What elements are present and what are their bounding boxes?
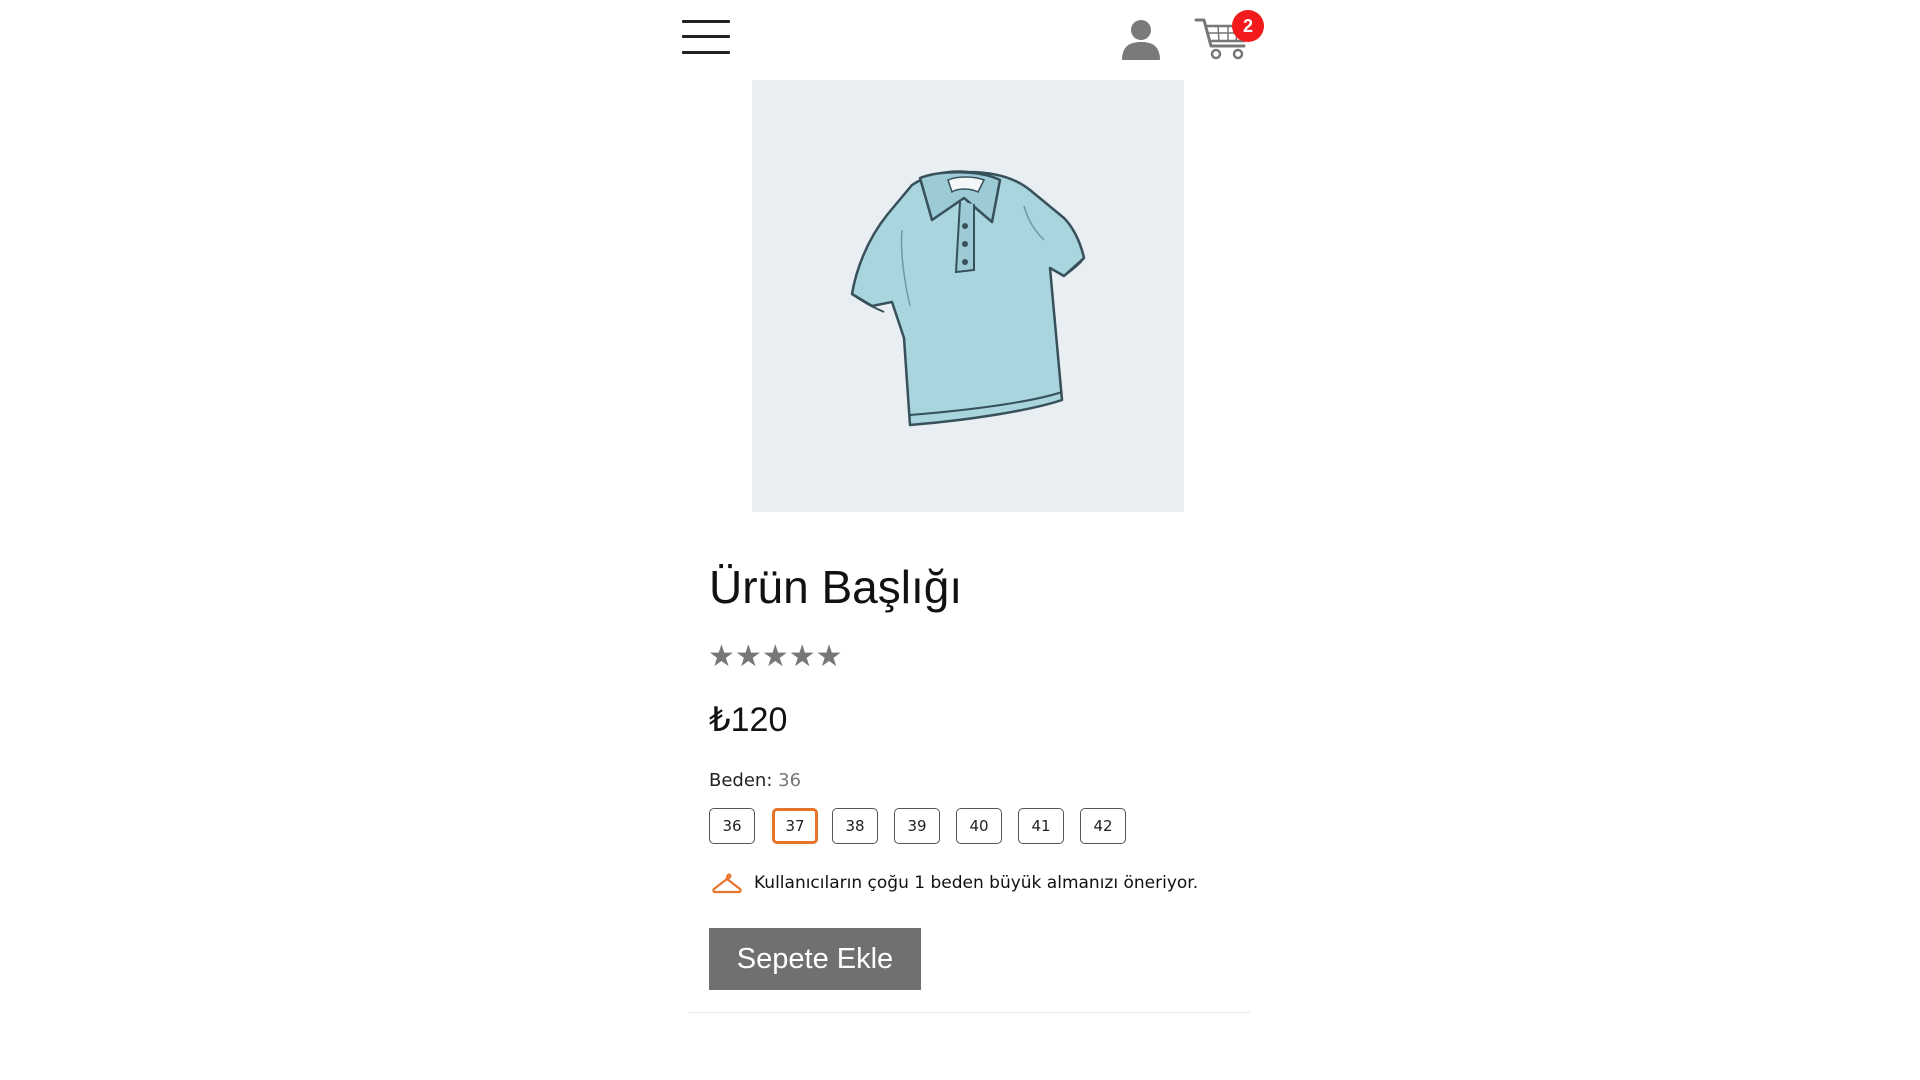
selected-size-value: 36 <box>778 770 802 791</box>
star-icon[interactable]: ★ <box>816 640 843 674</box>
size-option-42[interactable]: 42 <box>1080 808 1126 844</box>
product-price: ₺120 <box>709 701 788 739</box>
product-page: 2 Ürün Başlığı ★ ★ ★ ★ ★ ₺120 Beden: 36 … <box>0 0 1920 1080</box>
rating-stars[interactable]: ★ ★ ★ ★ ★ <box>708 640 843 674</box>
add-to-cart-button[interactable]: Sepete Ekle <box>709 928 921 990</box>
star-icon[interactable]: ★ <box>762 640 789 674</box>
size-option-39[interactable]: 39 <box>894 808 940 844</box>
hamburger-menu-icon[interactable] <box>682 18 730 56</box>
menu-bar <box>682 20 730 23</box>
star-icon[interactable]: ★ <box>789 640 816 674</box>
cart-button[interactable]: 2 <box>1194 10 1268 62</box>
size-label: Beden: 36 <box>709 770 801 791</box>
size-advice: Kullanıcıların çoğu 1 beden büyük almanı… <box>712 872 1198 894</box>
polo-shirt-illustration <box>850 170 1086 427</box>
star-icon[interactable]: ★ <box>708 640 735 674</box>
size-option-40[interactable]: 40 <box>956 808 1002 844</box>
size-option-36[interactable]: 36 <box>709 808 755 844</box>
user-icon[interactable] <box>1120 18 1162 62</box>
divider <box>688 1012 1250 1013</box>
star-icon[interactable]: ★ <box>735 640 762 674</box>
menu-bar <box>682 51 730 54</box>
cart-count-badge: 2 <box>1232 10 1264 42</box>
product-title: Ürün Başlığı <box>709 561 963 613</box>
size-option-37[interactable]: 37 <box>772 808 818 844</box>
size-advice-text: Kullanıcıların çoğu 1 beden büyük almanı… <box>754 873 1199 893</box>
hanger-icon <box>712 873 742 894</box>
size-option-41[interactable]: 41 <box>1018 808 1064 844</box>
menu-bar <box>682 35 730 38</box>
size-option-38[interactable]: 38 <box>832 808 878 844</box>
size-label-text: Beden: <box>709 770 773 791</box>
product-image[interactable] <box>752 80 1184 512</box>
